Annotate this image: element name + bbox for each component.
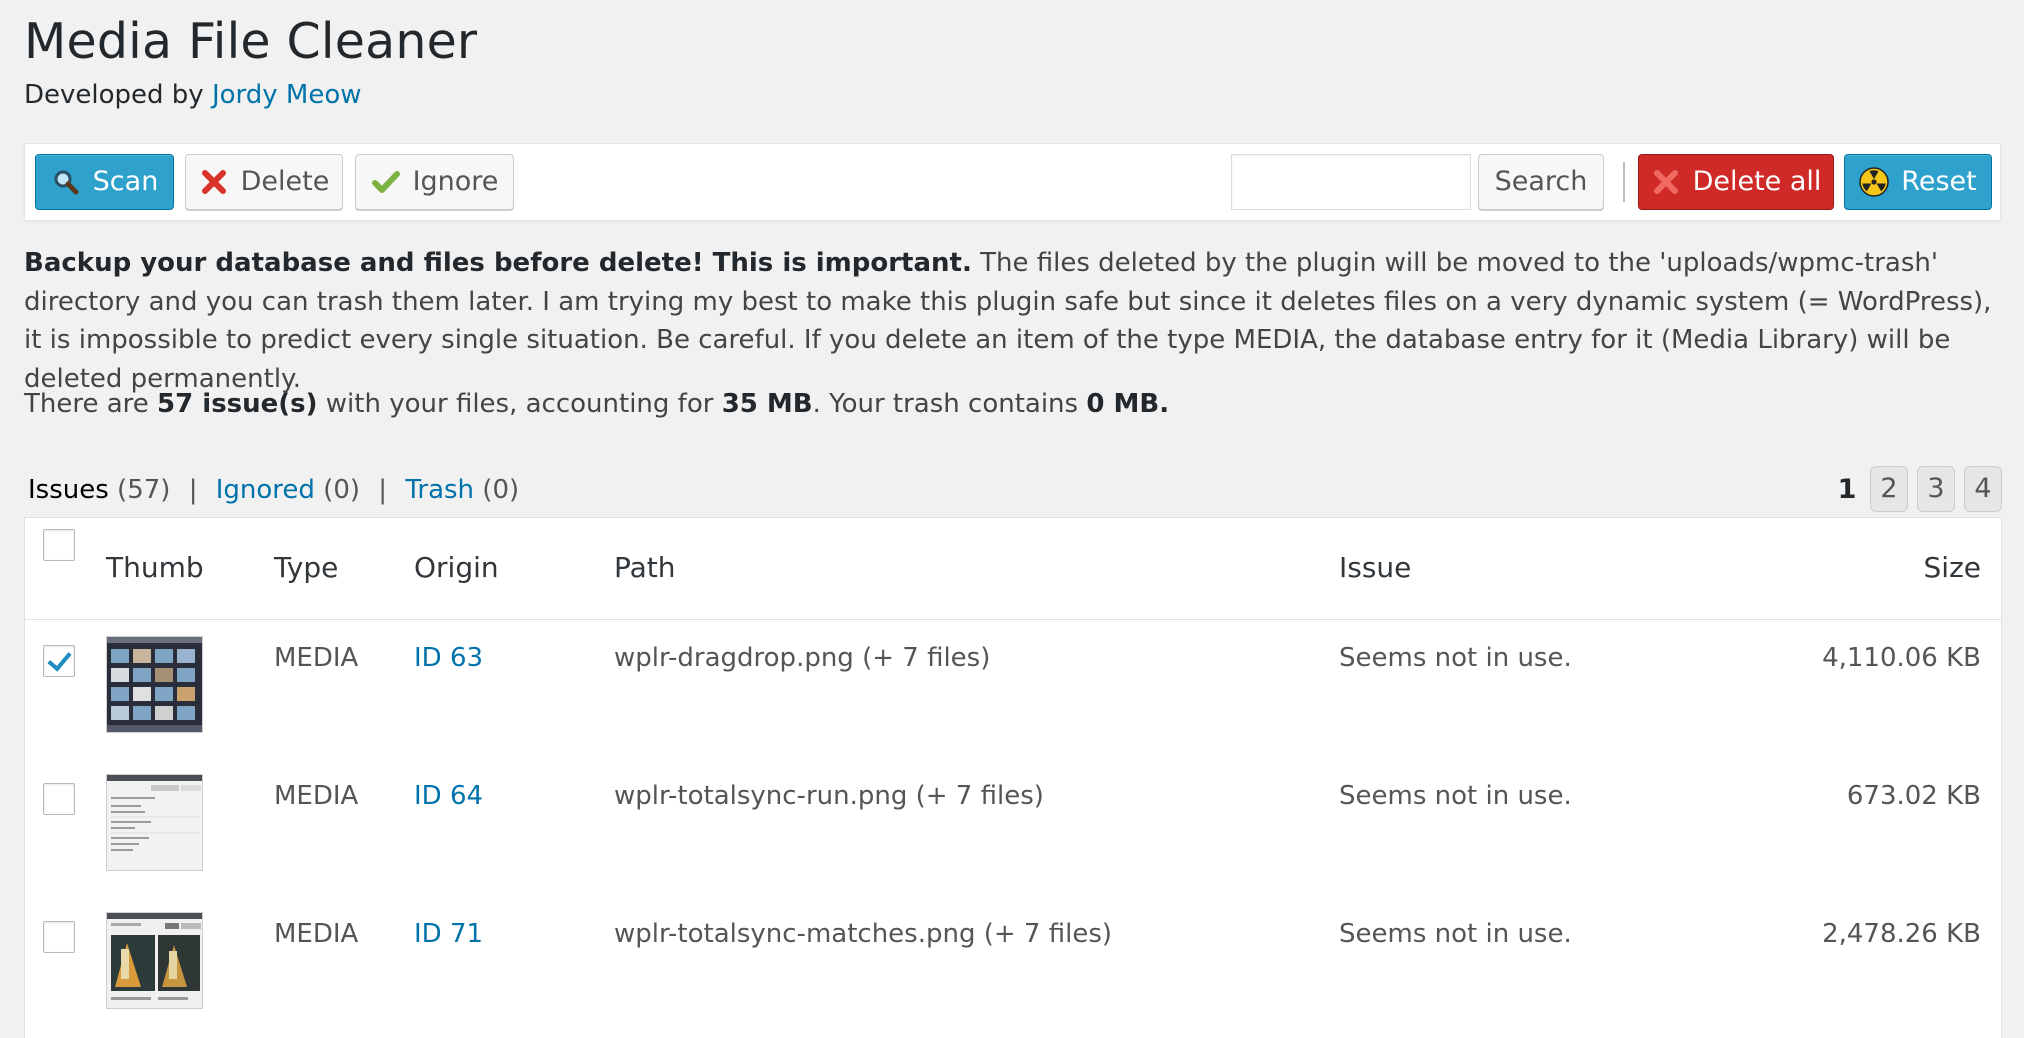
author-link[interactable]: Jordy Meow (212, 80, 362, 110)
column-origin[interactable]: Origin (414, 550, 499, 586)
view-issues[interactable]: Issues (28, 475, 109, 505)
column-size[interactable]: Size (1924, 550, 1981, 586)
thumbnail-image[interactable] (106, 912, 203, 1009)
page: Media File Cleaner Developed by Jordy Me… (0, 0, 2024, 1038)
view-separator: | (188, 475, 198, 505)
row-checkbox[interactable] (43, 921, 75, 953)
row-checkbox[interactable] (43, 783, 75, 815)
column-type: Type (274, 551, 339, 584)
reset-button[interactable]: Reset (1844, 154, 1992, 210)
row-issue: Seems not in use. (1339, 919, 1572, 949)
delete-all-label: Delete all (1692, 166, 1822, 197)
issues-summary: There are 57 issue(s) with your files, a… (24, 385, 1169, 423)
row-type: MEDIA (274, 781, 359, 811)
ignore-button[interactable]: Ignore (355, 154, 514, 210)
table-row: MEDIA ID 64 wplr-totalsync-run.png (+ 7 … (25, 759, 2001, 897)
scan-button[interactable]: Scan (35, 154, 174, 210)
table-header: Thumb Type Origin Path Issue Size (25, 518, 2001, 620)
summary-prefix: There are (24, 389, 158, 419)
red-x-icon (1651, 167, 1681, 197)
column-path[interactable]: Path (614, 550, 676, 586)
view-ignored[interactable]: Ignored (216, 475, 315, 505)
developed-by-label: Developed by (24, 80, 204, 110)
delete-label: Delete (240, 166, 330, 197)
row-checkbox[interactable] (43, 645, 75, 677)
column-issue: Issue (1339, 551, 1412, 584)
issues-table: Thumb Type Origin Path Issue Size MEDIA … (24, 517, 2002, 1038)
row-origin-link[interactable]: ID 71 (414, 916, 483, 952)
green-check-icon (371, 167, 401, 197)
row-path: wplr-totalsync-run.png (+ 7 files) (614, 781, 1044, 811)
row-type: MEDIA (274, 643, 359, 673)
view-ignored-count: (0) (323, 475, 361, 505)
view-filters: Issues (57) | Ignored (0) | Trash (0) (28, 471, 519, 509)
view-trash-count: (0) (482, 475, 520, 505)
page-title: Media File Cleaner (24, 13, 478, 70)
red-x-icon (199, 167, 229, 197)
table-row: MEDIA ID 63 wplr-dragdrop.png (+ 7 files… (25, 621, 2001, 759)
view-trash[interactable]: Trash (405, 475, 474, 505)
search-button-label: Search (1494, 166, 1588, 197)
search-button[interactable]: Search (1478, 154, 1604, 210)
row-issue: Seems not in use. (1339, 781, 1572, 811)
page-link[interactable]: 4 (1964, 466, 2002, 512)
developer-line: Developed by Jordy Meow (24, 77, 362, 113)
trash-size: 0 MB. (1086, 389, 1170, 419)
row-size: 673.02 KB (1846, 781, 1981, 811)
row-path: wplr-dragdrop.png (+ 7 files) (614, 643, 991, 673)
row-size: 2,478.26 KB (1822, 919, 1981, 949)
row-issue: Seems not in use. (1339, 643, 1572, 673)
toolbar-divider (1623, 162, 1625, 202)
summary-middle: with your files, accounting for (317, 389, 722, 419)
issues-count: 57 issue(s) (157, 389, 318, 419)
page-link[interactable]: 2 (1870, 466, 1908, 512)
thumbnail-image[interactable] (106, 636, 203, 733)
row-origin-link[interactable]: ID 63 (414, 640, 483, 676)
row-path: wplr-totalsync-matches.png (+ 7 files) (614, 919, 1113, 949)
row-origin-link[interactable]: ID 64 (414, 778, 483, 814)
radiation-icon (1859, 167, 1890, 197)
magnifier-icon (51, 167, 81, 197)
thumbnail-image[interactable] (106, 774, 203, 871)
search-input[interactable] (1231, 154, 1471, 210)
issues-size: 35 MB (721, 389, 813, 419)
pagination: 1 2 3 4 (1833, 466, 2002, 512)
summary-trash-prefix: . Your trash contains (812, 389, 1087, 419)
current-page: 1 (1837, 473, 1857, 505)
reset-label: Reset (1901, 166, 1977, 197)
page-link[interactable]: 3 (1917, 466, 1955, 512)
table-row: MEDIA ID 71 wplr-totalsync-matches.png (… (25, 897, 2001, 1035)
row-size: 4,110.06 KB (1822, 643, 1981, 673)
toolbar: Scan Delete Ignore Search Delete all Res… (24, 143, 2001, 221)
delete-button[interactable]: Delete (185, 154, 343, 210)
select-all-checkbox[interactable] (43, 529, 75, 561)
view-issues-count: (57) (117, 475, 171, 505)
ignore-label: Ignore (412, 166, 499, 197)
column-thumb: Thumb (106, 551, 204, 584)
view-separator: | (378, 475, 388, 505)
row-type: MEDIA (274, 919, 359, 949)
scan-label: Scan (92, 166, 159, 197)
backup-warning-bold: Backup your database and files before de… (24, 248, 972, 278)
delete-all-button[interactable]: Delete all (1638, 154, 1834, 210)
backup-warning: Backup your database and files before de… (24, 244, 2004, 398)
